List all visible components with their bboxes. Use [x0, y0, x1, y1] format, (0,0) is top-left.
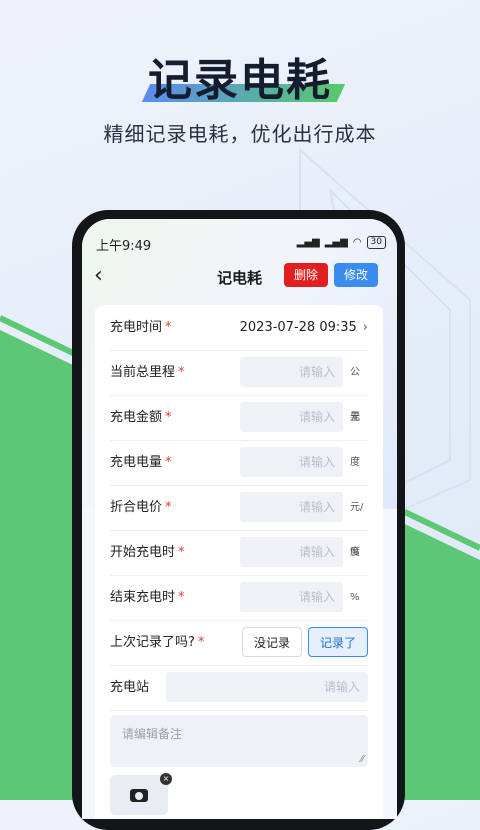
start-soc-row: 开始充电时 * 请输入 % — [110, 530, 368, 576]
edit-button[interactable]: 修改 — [334, 263, 378, 287]
battery-icon: 30 — [366, 236, 386, 249]
charge-energy-unit: 度 — [350, 457, 360, 468]
charge-time-value[interactable]: 2023-07-28 09:35 › — [240, 305, 368, 350]
charge-amount-input[interactable]: 请输入 — [240, 402, 343, 432]
charge-amount-label: 充电金额 * — [110, 410, 172, 425]
charge-energy-label: 充电电量 * — [110, 455, 172, 470]
resize-handle-icon[interactable]: ⁄⁄ — [361, 754, 364, 765]
delete-button[interactable]: 删除 — [284, 263, 328, 287]
charge-time-row[interactable]: 充电时间 * 2023-07-28 09:35 › — [110, 305, 368, 351]
chevron-right-icon: › — [362, 320, 368, 335]
charge-time-label: 充电时间 * — [110, 320, 172, 335]
station-row: 充电站 请输入 — [110, 665, 368, 711]
not-recorded-option[interactable]: 没记录 — [242, 627, 302, 657]
station-label: 充电站 — [110, 680, 150, 695]
start-soc-label: 开始充电时 * — [110, 545, 185, 560]
nav-bar: ‹ 记电耗 删除 修改 — [82, 263, 397, 291]
wifi-icon: ◠ — [352, 237, 362, 248]
end-soc-unit: % — [350, 592, 360, 603]
remove-photo-icon[interactable]: × — [160, 773, 172, 785]
station-input[interactable]: 请输入 — [166, 672, 368, 702]
end-soc-label: 结束充电时 * — [110, 590, 185, 605]
banner-subtitle: 精细记录电耗，优化出行成本 — [103, 122, 377, 146]
total-mileage-label: 当前总里程 * — [110, 365, 185, 380]
signal-icon-2: ▂▄▆ — [324, 237, 348, 248]
start-soc-unit: % — [350, 547, 360, 558]
last-recorded-label: 上次记录了吗? * — [110, 635, 205, 650]
unit-price-input[interactable]: 请输入 — [240, 492, 343, 522]
total-mileage-input[interactable]: 请输入 — [240, 357, 343, 387]
signal-icon: ▂▄▆ — [296, 237, 320, 248]
form-card: 充电时间 * 2023-07-28 09:35 › 当前总里程 * 请输入 公里 充电… — [95, 305, 383, 819]
charge-amount-unit: 元 — [350, 412, 360, 423]
unit-price-row: 折合电价 * 请输入 元/度 — [110, 485, 368, 558]
total-mileage-row: 当前总里程 * 请输入 公里 — [110, 350, 368, 423]
unit-price-label: 折合电价 * — [110, 500, 172, 515]
banner-title: 记录电耗 — [148, 55, 332, 106]
charge-energy-row: 充电电量 * 请输入 度 — [110, 440, 368, 486]
status-bar: 上午9:49 ▂▄▆ ▂▄▆ ◠ 30 — [96, 235, 386, 254]
start-soc-input[interactable]: 请输入 — [240, 537, 343, 567]
charge-amount-row: 充电金额 * 请输入 元 — [110, 395, 368, 441]
camera-icon — [130, 789, 148, 802]
last-recorded-row: 上次记录了吗? * 没记录 记录了 — [110, 620, 368, 666]
notes-textarea[interactable]: 请编辑备注 ⁄⁄ — [110, 715, 368, 767]
add-photo-button[interactable]: × — [110, 773, 172, 815]
status-icons: ▂▄▆ ▂▄▆ ◠ 30 — [297, 236, 386, 249]
end-soc-row: 结束充电时 * 请输入 % — [110, 575, 368, 621]
phone-screen: 上午9:49 ▂▄▆ ▂▄▆ ◠ 30 ‹ 记电耗 删除 修改 充电时间 * 20… — [82, 219, 397, 819]
status-time: 上午9:49 — [96, 239, 152, 254]
end-soc-input[interactable]: 请输入 — [240, 582, 343, 612]
recorded-option[interactable]: 记录了 — [308, 627, 368, 657]
charge-energy-input[interactable]: 请输入 — [240, 447, 343, 477]
notes-placeholder: 请编辑备注 — [122, 727, 183, 741]
